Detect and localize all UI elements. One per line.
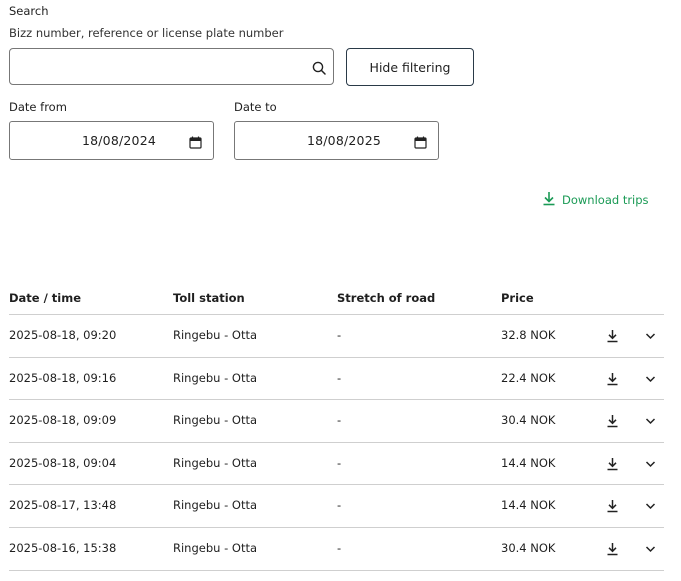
cell-price: 32.8 NOK	[501, 328, 556, 342]
cell-datetime: 2025-08-18, 09:09	[9, 413, 117, 428]
date-to-label: Date to	[234, 100, 277, 114]
download-icon[interactable]	[603, 327, 621, 345]
column-header-stretch: Stretch of road	[337, 291, 436, 305]
cell-stretch: -	[337, 328, 342, 342]
cell-stretch: -	[337, 498, 342, 513]
download-icon[interactable]	[603, 455, 621, 473]
cell-price: 14.4 NOK	[501, 498, 556, 513]
search-input[interactable]	[10, 49, 300, 84]
calendar-icon[interactable]	[189, 134, 202, 149]
cell-price: 22.4 NOK	[501, 370, 556, 385]
cell-stretch: -	[337, 455, 342, 470]
column-header-toll-station: Toll station	[173, 291, 245, 305]
calendar-icon[interactable]	[414, 134, 427, 149]
cell-price: 14.4 NOK	[501, 455, 556, 470]
row-divider	[9, 441, 664, 443]
download-icon[interactable]	[603, 497, 621, 515]
cell-toll-station: Ringebu - Otta	[173, 328, 258, 342]
search-icon[interactable]	[312, 60, 326, 75]
cell-datetime: 2025-08-17, 13:48	[9, 498, 117, 513]
cell-datetime: 2025-08-18, 09:04	[9, 455, 117, 470]
download-icon[interactable]	[603, 412, 621, 430]
cell-price: 30.4 NOK	[501, 413, 556, 428]
cell-toll-station: Ringebu - Otta	[173, 498, 258, 513]
date-from-label: Date from	[9, 100, 67, 114]
date-to-value[interactable]: 18/08/2025	[307, 133, 381, 148]
download-trips-link[interactable]: Download trips	[542, 191, 649, 209]
cell-stretch: -	[337, 413, 342, 428]
row-divider	[9, 356, 664, 358]
chevron-down-icon[interactable]	[641, 370, 659, 388]
chevron-down-icon[interactable]	[641, 497, 659, 515]
download-icon	[542, 191, 556, 209]
search-help-text: Bizz number, reference or license plate …	[9, 26, 284, 40]
cell-datetime: 2025-08-16, 15:38	[9, 541, 117, 555]
chevron-down-icon[interactable]	[641, 327, 659, 345]
row-divider	[9, 484, 664, 486]
cell-datetime: 2025-08-18, 09:16	[9, 370, 117, 385]
row-divider	[9, 527, 664, 528]
cell-datetime: 2025-08-18, 09:20	[9, 328, 117, 342]
chevron-down-icon[interactable]	[641, 412, 659, 430]
cell-stretch: -	[337, 541, 342, 555]
cell-toll-station: Ringebu - Otta	[173, 413, 258, 428]
cell-stretch: -	[337, 370, 342, 385]
column-header-datetime: Date / time	[9, 291, 82, 305]
download-icon[interactable]	[603, 540, 621, 558]
search-field[interactable]	[9, 48, 334, 85]
cell-price: 30.4 NOK	[501, 541, 556, 555]
row-divider	[9, 399, 664, 401]
table-header-divider	[9, 314, 664, 315]
download-trips-label[interactable]: Download trips	[562, 193, 649, 207]
cell-toll-station: Ringebu - Otta	[173, 541, 258, 555]
date-from-value[interactable]: 18/08/2024	[82, 133, 156, 148]
date-to-field[interactable]: 18/08/2025	[234, 121, 439, 160]
download-icon[interactable]	[603, 370, 621, 388]
cell-toll-station: Ringebu - Otta	[173, 455, 258, 470]
search-label: Search	[9, 4, 49, 18]
cell-toll-station: Ringebu - Otta	[173, 370, 258, 385]
row-divider	[9, 569, 664, 571]
column-header-price: Price	[501, 291, 534, 305]
hide-filtering-button[interactable]: Hide filtering	[346, 48, 474, 86]
chevron-down-icon[interactable]	[641, 540, 659, 558]
chevron-down-icon[interactable]	[641, 455, 659, 473]
date-from-field[interactable]: 18/08/2024	[9, 121, 214, 160]
